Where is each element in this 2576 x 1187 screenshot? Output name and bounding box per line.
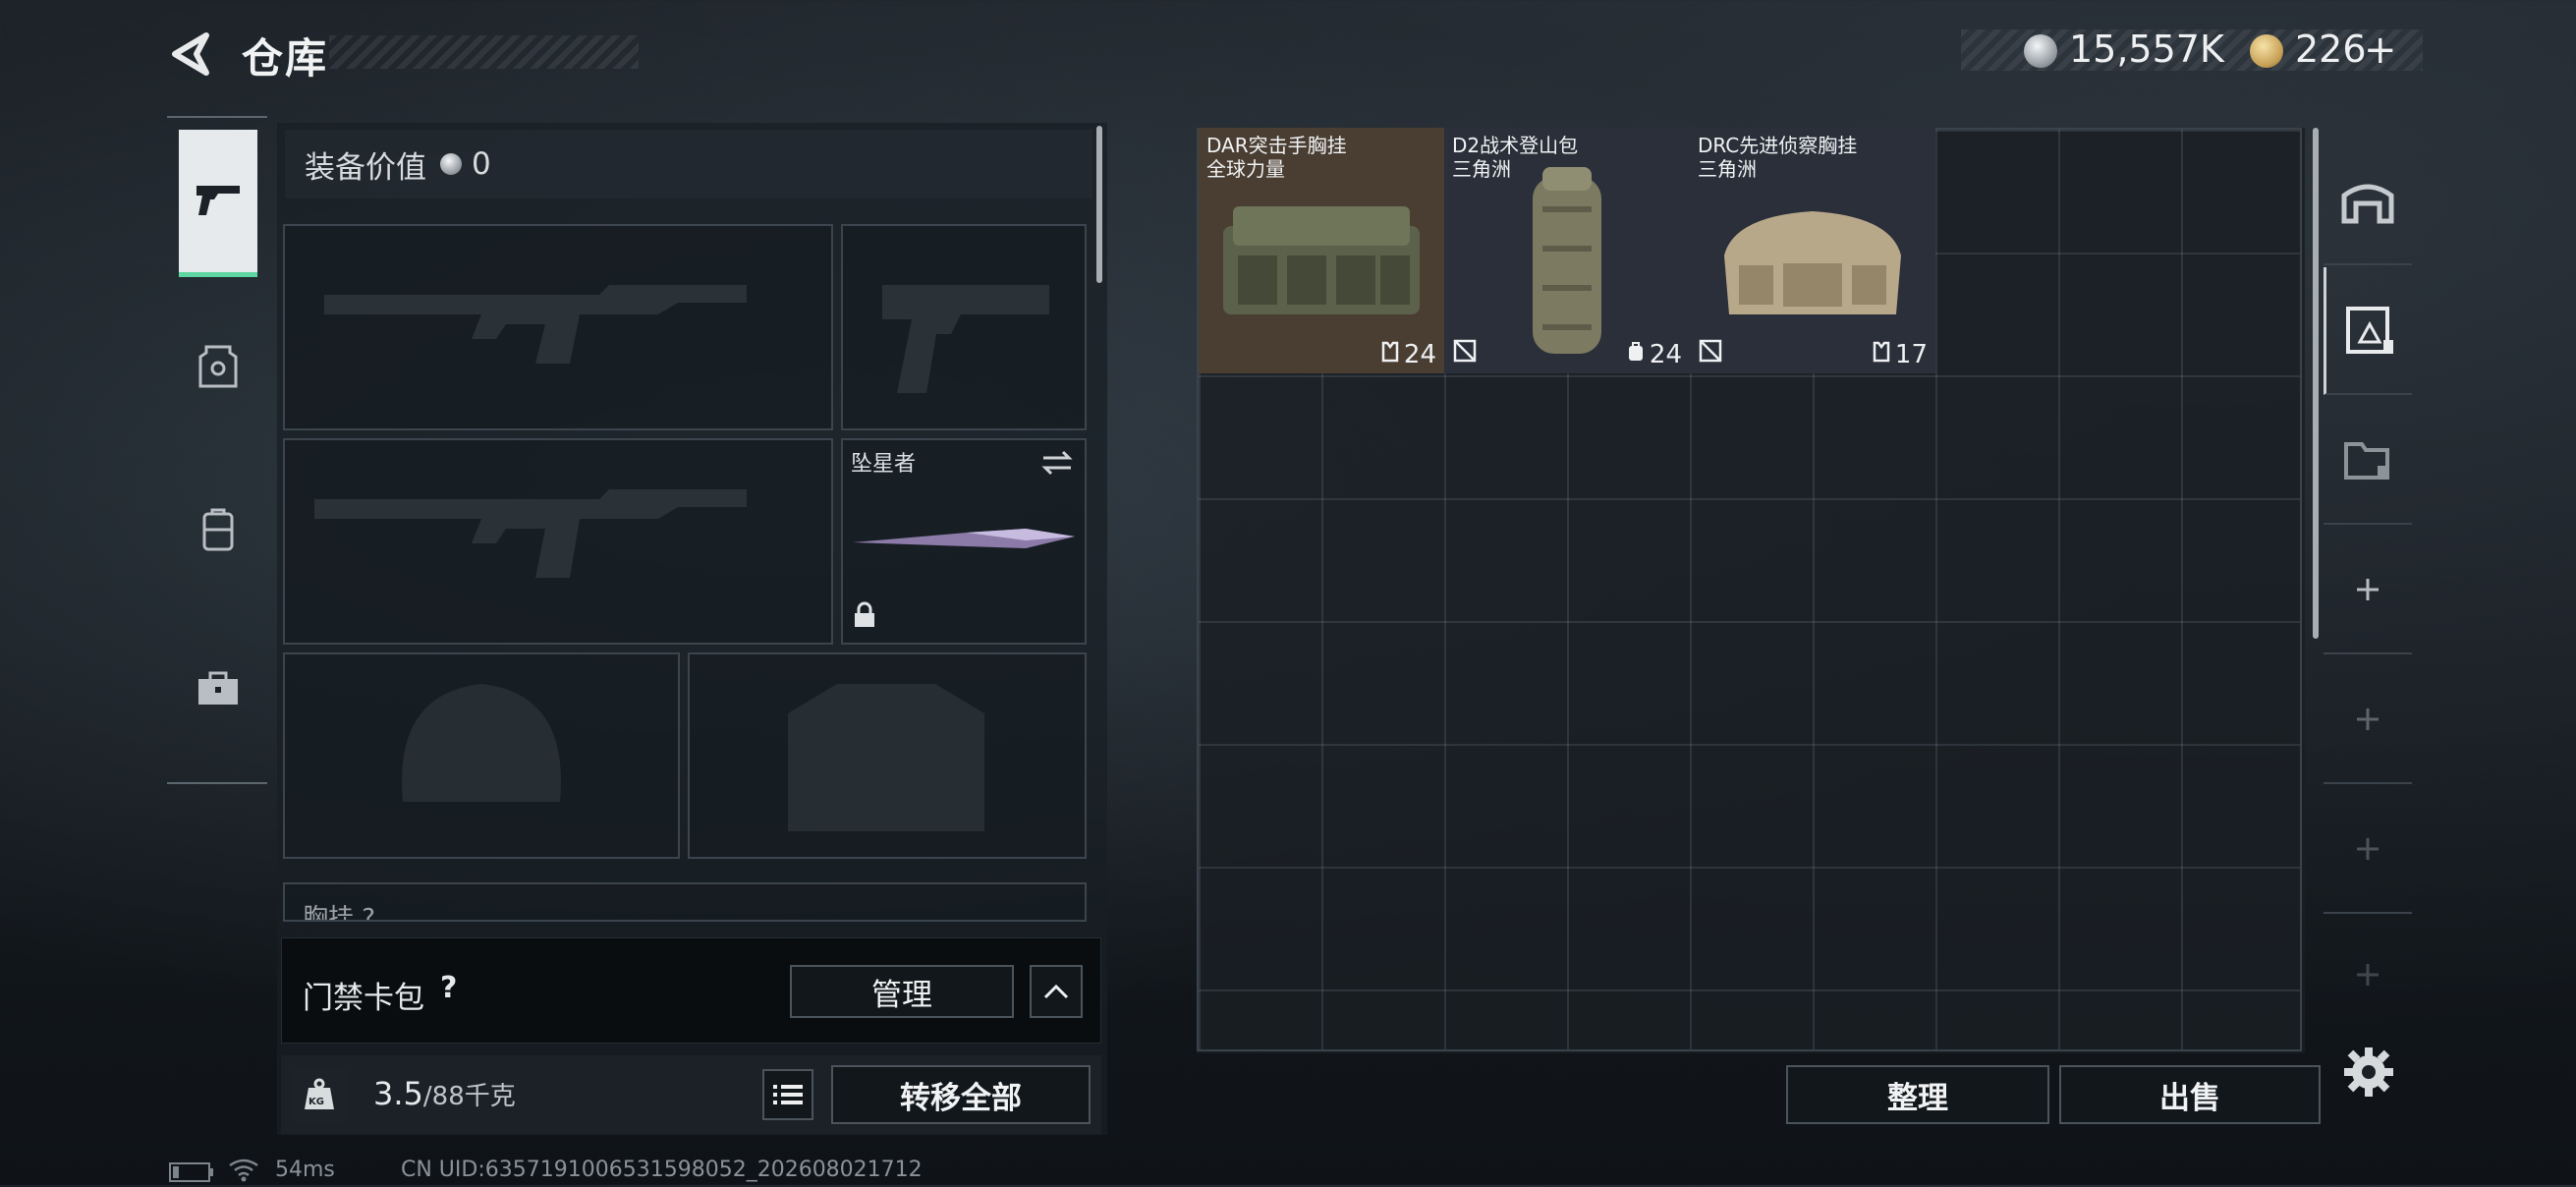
primary-weapon-slot[interactable] [283, 224, 833, 430]
tab-backpack[interactable] [179, 458, 257, 605]
list-view-button[interactable] [762, 1069, 813, 1120]
ping-text: 54ms [275, 1158, 335, 1182]
rifle-silhouette-icon [324, 285, 747, 364]
armor-vest-icon [198, 343, 238, 394]
backpack-icon [198, 506, 238, 557]
tab-weapons[interactable] [179, 130, 257, 277]
plus-icon [2357, 838, 2379, 860]
lock-icon [853, 601, 876, 633]
vest-silhouette-icon [788, 684, 984, 831]
no-insure-icon [1698, 338, 1723, 367]
gold-amount: 226 [2295, 28, 2367, 71]
chest-rig-label: 胸挂 ? [303, 904, 376, 922]
toolbox-icon [196, 669, 241, 712]
item-capacity-value: 17 [1894, 340, 1928, 369]
title-decoration [329, 35, 639, 69]
silver-coin-icon [440, 153, 462, 175]
melee-label: 坠星者 [851, 452, 917, 477]
stash-item[interactable]: DRC先进侦察胸挂 三角洲 17 [1690, 128, 1935, 373]
add-gold-button[interactable]: + [2364, 28, 2397, 73]
secondary-weapon-slot[interactable] [283, 438, 833, 645]
wifi-icon [228, 1158, 259, 1187]
warehouse-icon [2341, 184, 2394, 224]
vest-icon [1380, 340, 1400, 369]
stash-tab-2[interactable] [2324, 267, 2412, 395]
settings-gear-icon[interactable] [2340, 1044, 2397, 1104]
weight-icon-label: KG [308, 1097, 324, 1107]
page-title: 仓库 [242, 34, 329, 83]
plus-icon [2357, 964, 2379, 986]
body-armor-slot[interactable] [688, 652, 1087, 859]
weight-value: 3.5 [373, 1075, 423, 1112]
weight-capacity: /88千克 [422, 1082, 516, 1111]
rifle-silhouette-icon [314, 489, 747, 578]
backpack-image [1533, 167, 1601, 354]
silver-amount: 15,557K [2069, 28, 2224, 71]
equipment-value: 0 [472, 146, 491, 182]
item-capacity-value: 24 [1649, 340, 1682, 369]
silver-coin-icon [2024, 34, 2057, 68]
item-name: DAR突击手胸挂 全球力量 [1206, 134, 1347, 181]
gold-coin-icon [2250, 34, 2283, 68]
back-icon[interactable] [167, 29, 216, 79]
item-capacity: 24 [1626, 340, 1682, 369]
plus-icon [2357, 708, 2379, 730]
stash-tab-1[interactable] [2324, 138, 2412, 265]
add-stash-tab-button[interactable] [2324, 916, 2412, 1034]
chevron-up-icon [1043, 984, 1069, 999]
battery-icon [169, 1161, 214, 1187]
add-stash-tab-button[interactable] [2324, 656, 2412, 784]
transfer-all-button[interactable]: 转移全部 [831, 1065, 1091, 1124]
backpack-icon [1626, 340, 1646, 369]
chest-rig-image [1724, 211, 1901, 314]
tab-armor[interactable] [179, 295, 257, 442]
vest-icon [1872, 340, 1891, 369]
chest-rig-image [1223, 206, 1420, 314]
pistol-icon [193, 180, 244, 223]
tab-toolbox[interactable] [179, 617, 257, 764]
add-stash-tab-button[interactable] [2324, 527, 2412, 654]
item-name: DRC先进侦察胸挂 三角洲 [1698, 134, 1858, 181]
equipment-value-label: 装备价值 [305, 149, 426, 186]
pistol-slot[interactable] [841, 224, 1087, 430]
collapse-button[interactable] [1030, 965, 1083, 1018]
weight-icon: KG [291, 1067, 348, 1122]
pistol-silhouette-icon [882, 285, 1049, 393]
manage-button[interactable]: 管理 [790, 965, 1014, 1018]
item-capacity: 24 [1380, 340, 1436, 369]
helmet-silhouette-icon [402, 684, 561, 802]
help-icon[interactable]: ? [440, 971, 457, 1005]
weight-display: 3.5/88千克 [373, 1075, 516, 1112]
folder-icon [2344, 442, 2389, 480]
add-stash-tab-button[interactable] [2324, 786, 2412, 914]
melee-slot[interactable]: 坠星者 [841, 438, 1087, 645]
sort-button[interactable]: 整理 [1786, 1065, 2049, 1124]
sell-button[interactable]: 出售 [2059, 1065, 2321, 1124]
plus-icon [2357, 579, 2379, 600]
card-pack-label: 门禁卡包 [303, 981, 424, 1016]
knife-icon [853, 529, 1075, 548]
chest-rig-slot[interactable]: 胸挂 ? [283, 882, 1087, 922]
stash-item[interactable]: DAR突击手胸挂 全球力量 24 [1199, 128, 1444, 373]
helmet-slot[interactable] [283, 652, 680, 859]
uid-text: CN UID:6357191006531598052_202608021712 [401, 1158, 923, 1182]
container-icon [2345, 307, 2393, 354]
stash-item[interactable]: D2战术登山包 三角洲 24 [1444, 128, 1690, 373]
no-insure-icon [1452, 338, 1478, 367]
item-capacity: 17 [1872, 340, 1928, 369]
stash-scrollbar[interactable] [2313, 128, 2319, 639]
swap-icon[interactable] [1039, 448, 1075, 481]
list-icon [773, 1085, 803, 1104]
item-capacity-value: 24 [1403, 340, 1436, 369]
equipment-value-header: 装备价值 0 [285, 130, 1092, 198]
loadout-scrollbar[interactable] [1096, 126, 1102, 283]
stash-tab-3[interactable] [2324, 397, 2412, 525]
